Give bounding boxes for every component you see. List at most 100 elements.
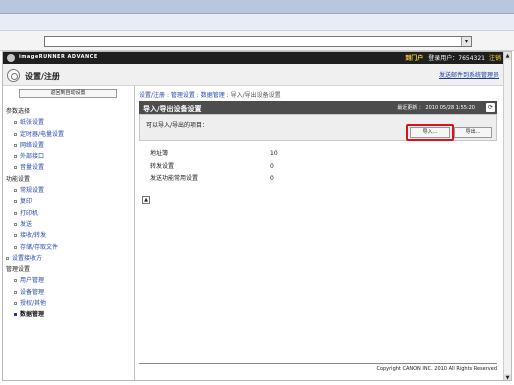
page-title: 设置/注册 bbox=[25, 72, 60, 81]
bullet-icon bbox=[14, 166, 17, 170]
item-count: 0 bbox=[270, 162, 274, 170]
sidebar-item-label: 用户管理 bbox=[20, 277, 45, 285]
bullet-icon bbox=[14, 189, 17, 193]
item-label: 转发设置 bbox=[150, 162, 175, 170]
bullet-icon bbox=[14, 290, 17, 294]
sidebar-item-label: 音量设置 bbox=[20, 164, 45, 172]
sidebar-section-heading: 参数选择 bbox=[3, 106, 134, 117]
importable-items-label: 可以导入/导出的项目： bbox=[146, 122, 209, 129]
sidebar-item[interactable]: 常规设置 bbox=[3, 185, 134, 196]
sidebar-item-label: 设备管理 bbox=[20, 288, 45, 296]
breadcrumb: 设置/注册 : 管理设置 : 数据管理 : 导入/导出设备设置 bbox=[139, 90, 281, 99]
portal-link[interactable]: 到门户 bbox=[405, 55, 423, 62]
scroll-up-icon[interactable]: ▲ bbox=[504, 52, 511, 60]
page-top-icon[interactable]: ▲ bbox=[142, 196, 150, 204]
sidebar-item-label: 存储/存取文件 bbox=[20, 243, 59, 251]
sidebar-item[interactable]: 发送 bbox=[3, 219, 134, 230]
bullet-icon bbox=[14, 200, 17, 204]
section-header: 导入/导出设备设置 最近更新 ： 2010 05/28 1:55:20 ⟳ bbox=[139, 101, 497, 114]
address-dropdown-icon[interactable]: ▾ bbox=[461, 37, 471, 46]
sidebar-section-heading: 功能设置 bbox=[3, 174, 134, 185]
sidebar-item[interactable]: 定时器/电量设置 bbox=[3, 129, 134, 140]
bullet-icon bbox=[14, 211, 17, 215]
browser-title-bar bbox=[0, 0, 514, 14]
bullet-icon bbox=[14, 245, 17, 249]
refresh-icon[interactable]: ⟳ bbox=[486, 103, 495, 112]
bullet-icon bbox=[14, 234, 17, 238]
sidebar-item-label: 管理设置 bbox=[6, 266, 31, 274]
sidebar-item[interactable]: 用户管理 bbox=[3, 275, 134, 286]
gear-logo-icon bbox=[7, 54, 15, 62]
breadcrumb-link[interactable]: 设置/注册 bbox=[139, 92, 165, 99]
item-count: 0 bbox=[270, 175, 274, 183]
sidebar-item[interactable]: 纸张设置 bbox=[3, 117, 134, 128]
web-page: imageRUNNER ADVANCE 到门户 登录用户：7654321 注销 设置… bbox=[2, 51, 512, 381]
back-to-auto-settings-button[interactable]: 返回到自动设置 bbox=[19, 89, 117, 98]
bullet-icon bbox=[14, 222, 17, 226]
email-admin-link[interactable]: 发送邮件到系统管理员 bbox=[439, 70, 499, 79]
main-content: 设置/注册 : 管理设置 : 数据管理 : 导入/导出设备设置 导入/导出设备设… bbox=[136, 86, 503, 380]
address-bar: ▾ bbox=[0, 31, 514, 51]
sidebar-item-label: 纸张设置 bbox=[20, 119, 45, 127]
login-user-value: 7654321 bbox=[458, 55, 485, 62]
sidebar-item[interactable]: 数据管理 bbox=[3, 309, 134, 320]
sidebar: 返回到自动设置 参数选择纸张设置定时器/电量设置 网络设置外部接口音量设置功能设置… bbox=[3, 86, 135, 380]
sidebar-item-label: 接收/转发 bbox=[20, 232, 47, 240]
bullet-icon bbox=[6, 256, 9, 260]
scroll-down-icon[interactable]: ▼ bbox=[504, 374, 511, 380]
bullet-icon bbox=[14, 143, 17, 147]
last-updated: 最近更新 ： 2010 05/28 1:55:20 bbox=[397, 105, 475, 111]
sidebar-item-label: 发送 bbox=[20, 220, 33, 228]
page-header: 设置/注册 发送邮件到系统管理员 bbox=[3, 64, 505, 86]
sidebar-item[interactable]: 音量设置 bbox=[3, 162, 134, 173]
list-item: 发送功能常用设置 0 bbox=[150, 173, 410, 186]
sidebar-item[interactable]: 存储/存取文件 bbox=[3, 242, 134, 253]
sidebar-item-label: 定时器/电量设置 bbox=[20, 130, 65, 138]
item-count: 10 bbox=[270, 150, 278, 157]
export-button[interactable]: 导出... bbox=[454, 127, 492, 138]
sidebar-item[interactable]: 网络设置 bbox=[3, 140, 134, 151]
sidebar-section-heading: 管理设置 bbox=[3, 264, 134, 275]
bullet-icon bbox=[14, 279, 17, 283]
breadcrumb-link[interactable]: 数据管理 bbox=[201, 92, 225, 99]
list-item: 转发设置 0 bbox=[150, 161, 410, 174]
vertical-scrollbar[interactable]: ▲ ▼ bbox=[503, 52, 511, 380]
sidebar-item-label: 常规设置 bbox=[20, 187, 45, 195]
bullet-icon bbox=[14, 302, 17, 306]
item-label: 发送功能常用设置 bbox=[150, 175, 199, 183]
product-name: imageRUNNER ADVANCE bbox=[19, 54, 98, 60]
breadcrumb-link[interactable]: 管理设置 bbox=[171, 92, 195, 99]
sidebar-item[interactable]: 设备管理 bbox=[3, 287, 134, 298]
sidebar-item-label: 授权/其他 bbox=[20, 300, 47, 308]
sidebar-item[interactable]: 设置接收方 bbox=[3, 253, 134, 264]
sidebar-item-label: 复印 bbox=[20, 198, 33, 206]
import-export-box: 可以导入/导出的项目： 导入... 导出... bbox=[139, 114, 497, 141]
login-user-label: 登录用户： bbox=[428, 55, 459, 62]
bullet-icon bbox=[14, 155, 17, 159]
sidebar-item-label: 功能设置 bbox=[6, 175, 31, 183]
browser-toolbar bbox=[0, 14, 514, 31]
sidebar-item-label: 打印机 bbox=[20, 209, 39, 217]
bullet-icon bbox=[14, 132, 17, 136]
brand-bar: imageRUNNER ADVANCE 到门户 登录用户：7654321 注销 bbox=[3, 52, 505, 64]
sidebar-item[interactable]: 授权/其他 bbox=[3, 298, 134, 309]
sidebar-item-label: 网络设置 bbox=[20, 141, 45, 149]
sidebar-item[interactable]: 复印 bbox=[3, 196, 134, 207]
list-item: 地址簿 10 bbox=[150, 148, 410, 161]
bullet-icon bbox=[14, 313, 17, 317]
settings-gear-icon bbox=[7, 69, 20, 82]
sidebar-item[interactable]: 外部接口 bbox=[3, 151, 134, 162]
sidebar-item-label: 设置接收方 bbox=[12, 254, 43, 262]
brand-right: 到门户 登录用户：7654321 注销 bbox=[405, 53, 501, 62]
sidebar-item[interactable]: 打印机 bbox=[3, 208, 134, 219]
sidebar-item[interactable]: 接收/转发 bbox=[3, 230, 134, 241]
copyright-footer: Copyright CANON INC. 2010 All Rights Res… bbox=[139, 363, 497, 372]
bullet-icon bbox=[14, 121, 17, 125]
address-input[interactable]: ▾ bbox=[44, 36, 472, 47]
sidebar-item-label: 参数选择 bbox=[6, 108, 31, 115]
logout-link[interactable]: 注销 bbox=[489, 55, 501, 62]
sidebar-item-label: 数据管理 bbox=[20, 311, 45, 319]
section-title: 导入/导出设备设置 bbox=[143, 105, 202, 113]
items-list: 地址簿 10 转发设置 0 发送功能常用设置 0 bbox=[150, 148, 410, 186]
import-button[interactable]: 导入... bbox=[410, 127, 450, 138]
